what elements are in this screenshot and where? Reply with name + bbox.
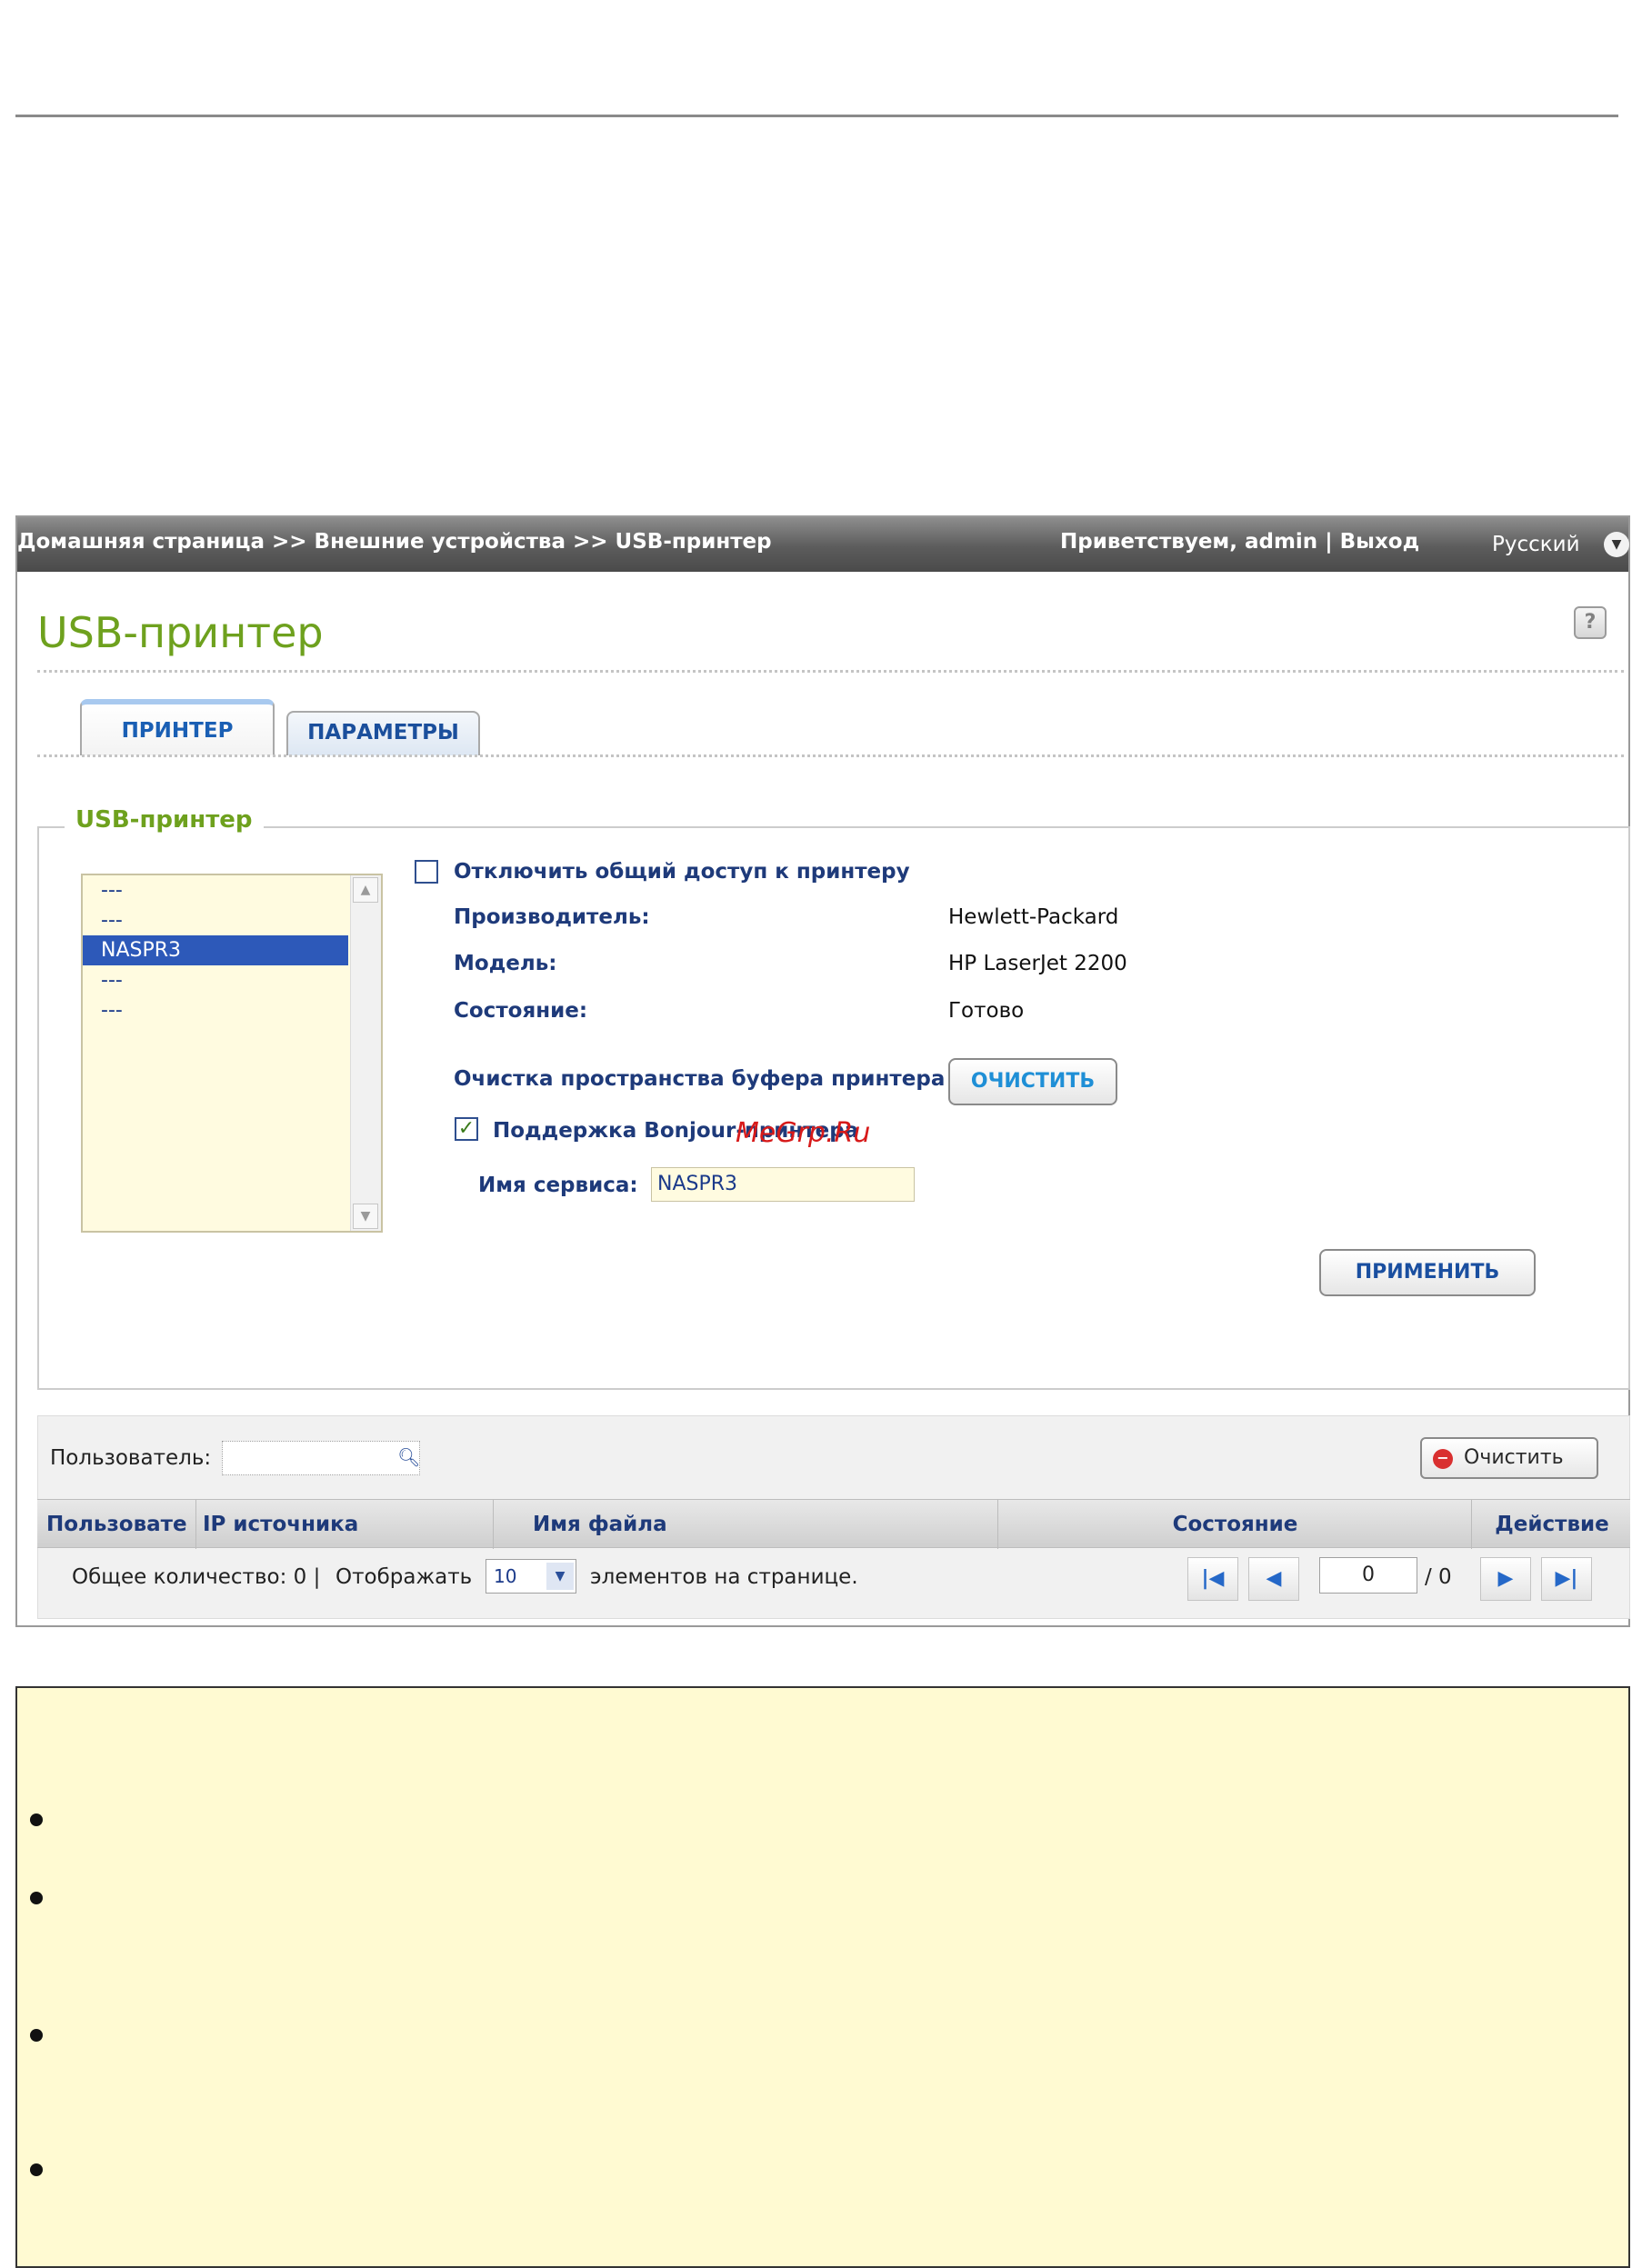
prev-page-button[interactable]: ◀ — [1248, 1557, 1299, 1601]
top-bar: Домашняя страница >> Внешние устройства … — [17, 517, 1629, 572]
minus-circle-icon: − — [1433, 1449, 1453, 1469]
page-total: / 0 — [1425, 1565, 1452, 1589]
tab-parameters[interactable]: ПАРАМЕТРЫ — [286, 711, 480, 755]
scroll-down-icon[interactable]: ▼ — [353, 1204, 378, 1229]
column-user[interactable]: Пользовате — [46, 1500, 196, 1549]
tab-printer[interactable]: ПРИНТЕР — [80, 699, 275, 755]
column-status[interactable]: Состояние — [999, 1500, 1472, 1549]
printer-list[interactable]: --- --- NASPR3 --- --- ▲ ▼ — [81, 874, 383, 1233]
printer-group-legend: USB-принтер — [65, 806, 264, 834]
breadcrumb[interactable]: Домашняя страница >> Внешние устройства … — [17, 530, 772, 554]
page-title: USB-принтер — [37, 608, 324, 657]
tab-divider — [37, 754, 1624, 757]
list-item[interactable]: --- — [83, 995, 381, 1025]
column-action[interactable]: Действие — [1474, 1500, 1630, 1549]
list-item[interactable]: --- — [83, 965, 381, 995]
list-item[interactable]: --- — [83, 905, 381, 935]
user-filter-input[interactable] — [222, 1441, 420, 1475]
help-icon[interactable]: ? — [1574, 606, 1607, 639]
list-scrollbar[interactable]: ▲ ▼ — [350, 875, 381, 1231]
per-page-value: 10 — [494, 1565, 517, 1587]
disable-sharing-label[interactable]: Отключить общий доступ к принтеру — [454, 860, 910, 884]
logout-link[interactable]: Выход — [1340, 530, 1420, 554]
show-label: Отображать — [335, 1565, 473, 1589]
apply-button[interactable]: ПРИМЕНИТЬ — [1319, 1249, 1536, 1296]
screenshot-frame: Домашняя страница >> Внешние устройства … — [15, 515, 1630, 1627]
clear-log-label: Очистить — [1464, 1446, 1564, 1469]
note-box — [15, 1686, 1630, 2268]
search-icon[interactable]: 🔍︎ — [397, 1446, 420, 1468]
bullet-1 — [30, 1813, 43, 1826]
status-value: Готово — [948, 999, 1025, 1023]
service-name-input[interactable]: NASPR3 — [651, 1167, 915, 1202]
chevron-down-icon[interactable]: ▼ — [1604, 532, 1629, 557]
user-filter-label: Пользователь: — [50, 1446, 212, 1470]
list-item-selected[interactable]: NASPR3 — [83, 935, 348, 965]
disable-sharing-checkbox[interactable] — [415, 860, 438, 884]
first-page-button[interactable]: |◀ — [1187, 1557, 1238, 1601]
list-item[interactable]: --- — [83, 875, 381, 905]
last-page-button[interactable]: ▶| — [1541, 1557, 1592, 1601]
bullet-3 — [30, 2029, 43, 2042]
model-value: HP LaserJet 2200 — [948, 952, 1127, 975]
manufacturer-value: Hewlett-Packard — [948, 905, 1119, 929]
separator: | — [1325, 530, 1333, 554]
total-count: Общее количество: 0 | — [72, 1565, 321, 1589]
bonjour-checkbox[interactable]: ✓ — [455, 1117, 478, 1141]
language-selector[interactable]: Русский — [1492, 533, 1580, 556]
watermark: MeGrp.Ru — [736, 1117, 871, 1149]
service-name-label: Имя сервиса: — [478, 1174, 638, 1197]
top-divider — [15, 115, 1618, 117]
spool-label: Очистка пространства буфера принтера — [454, 1067, 946, 1091]
column-filename[interactable]: Имя файла — [533, 1500, 998, 1549]
bullet-2 — [30, 1892, 43, 1904]
title-divider — [37, 670, 1624, 673]
status-label: Состояние: — [454, 999, 588, 1023]
clear-spool-button[interactable]: ОЧИСТИТЬ — [948, 1058, 1117, 1105]
welcome-area: Приветствуем, admin | Выход — [1060, 530, 1419, 554]
per-page-suffix: элементов на странице. — [590, 1565, 858, 1589]
chevron-down-icon[interactable]: ▼ — [546, 1563, 574, 1590]
welcome-text: Приветствуем, admin — [1060, 530, 1318, 554]
page-number-input[interactable]: 0 — [1319, 1557, 1417, 1594]
scroll-up-icon[interactable]: ▲ — [353, 877, 378, 903]
clear-log-button[interactable]: − Очистить — [1420, 1437, 1598, 1479]
column-source-ip[interactable]: IP источника — [203, 1500, 494, 1549]
per-page-select[interactable]: 10 ▼ — [486, 1559, 576, 1594]
model-label: Модель: — [454, 952, 557, 975]
log-table-header: Пользовате IP источника Имя файла Состоя… — [37, 1499, 1630, 1549]
next-page-button[interactable]: ▶ — [1480, 1557, 1531, 1601]
bullet-4 — [30, 2163, 43, 2176]
manufacturer-label: Производитель: — [454, 905, 650, 929]
